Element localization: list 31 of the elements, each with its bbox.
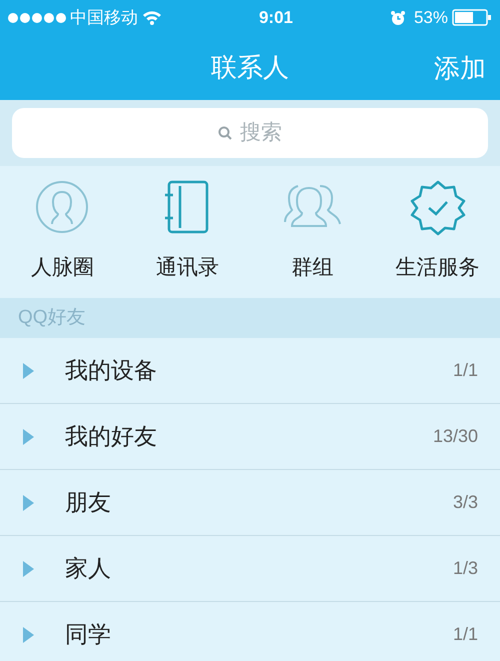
group-name: 我的设备	[65, 356, 157, 386]
alarm-icon	[390, 10, 406, 26]
group-count: 13/30	[432, 425, 478, 448]
signal-icon	[8, 12, 66, 22]
group-row[interactable]: 家人 1/3	[0, 536, 500, 602]
shortcut-label[interactable]: 通讯录	[156, 252, 219, 284]
section-header: QQ好友	[18, 306, 86, 330]
nav-title: 联系人	[211, 51, 289, 84]
shortcut-label[interactable]: 群组	[292, 252, 334, 284]
wifi-icon	[142, 10, 162, 25]
group-name: 我的好友	[65, 422, 157, 452]
battery-icon	[452, 9, 492, 26]
group-name: 同学	[65, 620, 111, 650]
group-row[interactable]: 我的设备 1/1	[0, 338, 500, 404]
search-placeholder: 搜索	[240, 120, 282, 146]
group-row[interactable]: 朋友 3/3	[0, 470, 500, 536]
group-name: 朋友	[65, 488, 111, 518]
group-row[interactable]: 我的好友 13/30	[0, 404, 500, 470]
status-time: 9:01	[258, 6, 293, 29]
shortcut-label[interactable]: 人脉圈	[31, 252, 94, 284]
group-count: 3/3	[452, 491, 478, 514]
group-name: 家人	[65, 554, 111, 584]
search-icon	[218, 126, 232, 140]
carrier-name: 中国移动	[70, 6, 138, 29]
group-count: 1/1	[452, 623, 478, 646]
check-badge-icon[interactable]	[410, 180, 466, 236]
group-row[interactable]: 同学 1/1	[0, 602, 500, 661]
group-count: 1/1	[452, 359, 478, 382]
shortcut-label[interactable]: 生活服务	[396, 252, 480, 284]
group-count: 1/3	[452, 557, 478, 580]
battery-percent: 53%	[414, 6, 448, 29]
